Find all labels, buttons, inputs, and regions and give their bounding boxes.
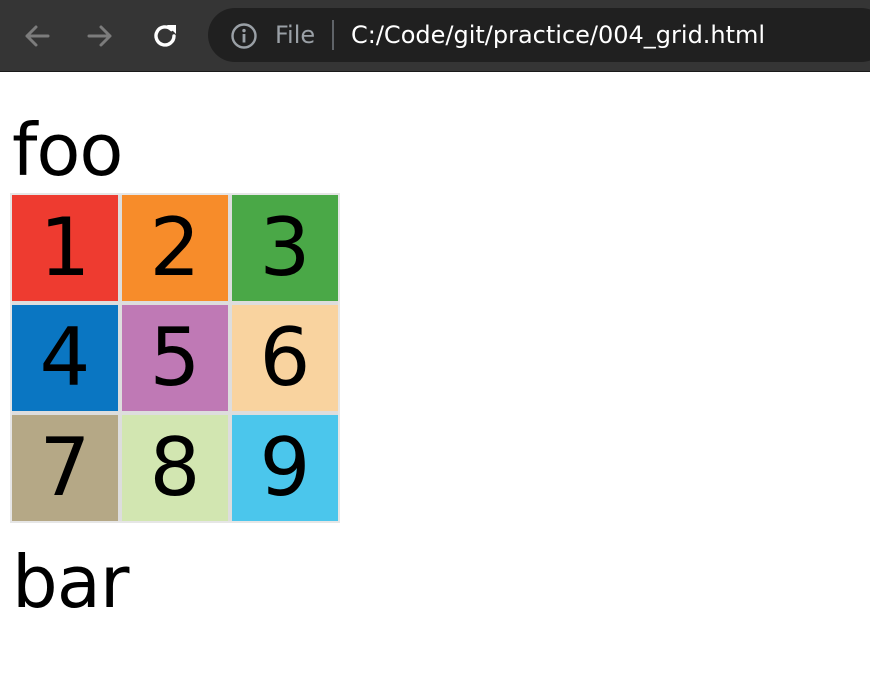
reload-button[interactable] xyxy=(143,14,187,58)
address-bar[interactable]: File C:/Code/git/practice/004_grid.html xyxy=(208,8,870,62)
scheme-label: File xyxy=(275,21,316,49)
back-button[interactable] xyxy=(15,14,59,58)
grid-cell-4: 4 xyxy=(12,305,118,411)
grid-cell-9: 9 xyxy=(232,415,338,521)
arrow-right-icon xyxy=(87,25,112,47)
info-icon[interactable] xyxy=(230,22,258,50)
browser-toolbar: File C:/Code/git/practice/004_grid.html xyxy=(0,0,870,72)
forward-button[interactable] xyxy=(78,14,122,58)
color-grid: 123 456 789 xyxy=(10,193,340,523)
heading-foo: foo xyxy=(12,108,123,192)
grid-cell-2: 2 xyxy=(122,195,228,301)
grid-cell-7: 7 xyxy=(12,415,118,521)
grid-cell-5: 5 xyxy=(122,305,228,411)
url-text[interactable]: C:/Code/git/practice/004_grid.html xyxy=(351,19,765,51)
address-divider xyxy=(332,20,334,50)
grid-cell-3: 3 xyxy=(232,195,338,301)
grid-cell-1: 1 xyxy=(12,195,118,301)
heading-bar: bar xyxy=(12,540,129,624)
grid-cell-6: 6 xyxy=(232,305,338,411)
arrow-left-icon xyxy=(25,25,50,47)
grid-cell-8: 8 xyxy=(122,415,228,521)
reload-icon xyxy=(154,25,176,47)
